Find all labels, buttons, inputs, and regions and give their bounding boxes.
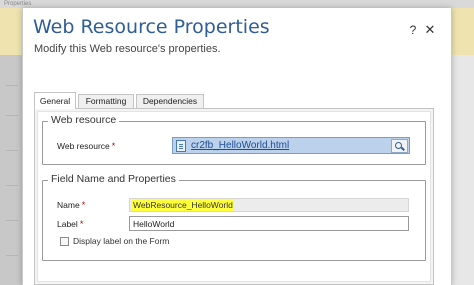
- background-divider: [6, 185, 18, 186]
- web-resource-lookup-field[interactable]: cr2fb_HelloWorld.html: [172, 137, 410, 154]
- field-name-properties-section: Field Name and Properties Name * WebResou…: [42, 173, 426, 261]
- background-top-strip: Properties: [0, 0, 474, 8]
- display-label-checkbox[interactable]: [60, 237, 69, 246]
- required-mark: *: [81, 200, 86, 210]
- web-resource-properties-dialog: Web Resource Properties Modify this Web …: [22, 8, 452, 285]
- properties-tabs: General Formatting Dependencies Web reso…: [34, 92, 434, 285]
- lookup-icon[interactable]: [391, 139, 408, 153]
- magnifier-handle: [401, 146, 405, 151]
- help-button[interactable]: ?: [406, 23, 420, 39]
- web-resource-label: Web resource *: [57, 141, 115, 151]
- label-field[interactable]: [129, 216, 409, 231]
- web-resource-label-text: Web resource: [57, 141, 110, 151]
- name-label: Name *: [57, 200, 85, 210]
- background-divider: [6, 255, 18, 256]
- web-resource-section-legend: Web resource: [48, 114, 120, 126]
- dialog-title: Web Resource Properties: [33, 16, 270, 38]
- general-panel-content: Web resource Web resource * cr2fb_HelloWo…: [37, 111, 431, 282]
- tab-dependencies[interactable]: Dependencies: [136, 94, 204, 108]
- background-divider: [6, 115, 18, 116]
- required-mark: *: [111, 141, 116, 151]
- name-field-value: WebResource_HelloWorld: [132, 199, 234, 211]
- background-divider: [6, 220, 18, 221]
- background-divider: [6, 85, 18, 86]
- field-section-legend: Field Name and Properties: [48, 173, 179, 185]
- tab-panel-general: Web resource Web resource * cr2fb_HelloWo…: [34, 108, 434, 285]
- dialog-subtitle: Modify this Web resource's properties.: [34, 43, 221, 55]
- web-resource-value-link[interactable]: cr2fb_HelloWorld.html: [191, 140, 289, 151]
- background-left-panel: [0, 55, 22, 285]
- tab-general[interactable]: General: [34, 92, 76, 109]
- close-icon[interactable]: ✕: [423, 22, 437, 38]
- tab-formatting[interactable]: Formatting: [78, 94, 134, 108]
- label-label-text: Label: [57, 219, 78, 229]
- display-label-checkbox-label[interactable]: Display label on the Form: [73, 236, 169, 246]
- name-field: WebResource_HelloWorld: [129, 198, 409, 212]
- name-label-text: Name: [57, 200, 80, 210]
- background-divider: [6, 150, 18, 151]
- required-mark: *: [79, 219, 84, 229]
- label-label: Label *: [57, 219, 83, 229]
- file-icon: [176, 140, 186, 152]
- web-resource-section: Web resource Web resource * cr2fb_HelloWo…: [42, 114, 426, 165]
